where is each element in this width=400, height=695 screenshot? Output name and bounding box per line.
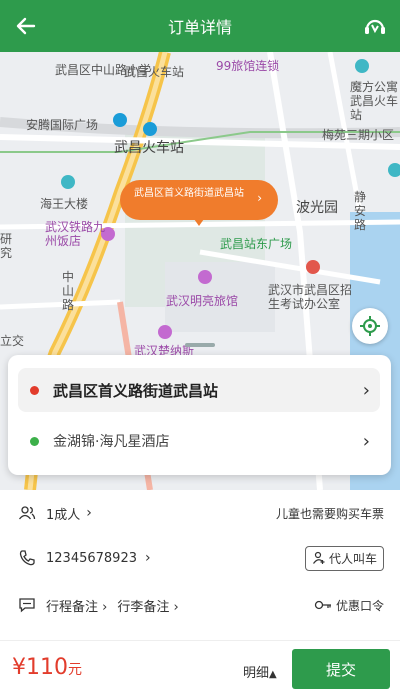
price-value: 110 xyxy=(26,655,68,680)
map-label: 梅苑三期小区 xyxy=(322,128,395,142)
chevron-right-icon: › xyxy=(362,430,370,452)
chevron-right-icon: › xyxy=(257,191,262,205)
pickup-dot xyxy=(30,385,39,395)
chevron-right-icon: › xyxy=(362,379,370,401)
total-price: ¥110元 xyxy=(12,655,82,680)
message-icon xyxy=(19,598,35,613)
map-label: 武汉明亮旅馆 xyxy=(166,294,239,308)
chevron-right-icon: › xyxy=(144,550,151,566)
passenger-count: 1成人 xyxy=(46,507,81,523)
map-label: 中山路 xyxy=(62,270,75,312)
map-label: 武昌站东广场 xyxy=(220,237,293,251)
bottom-bar: ¥110元 明细▲ 提交 xyxy=(0,640,400,695)
map-label: 静安路 xyxy=(354,190,367,232)
phone-icon xyxy=(19,550,35,566)
people-icon xyxy=(18,506,36,520)
map-label: 99旅馆连锁 xyxy=(216,59,280,73)
map-label: 安腾国际广场 xyxy=(26,118,99,132)
map-label: 研究 xyxy=(0,232,13,260)
coupon-button[interactable]: 优惠口令 xyxy=(314,597,384,614)
price-detail-toggle[interactable]: 明细▲ xyxy=(243,662,277,681)
chevron-right-icon: › xyxy=(169,599,179,615)
caret-up-icon: ▲ xyxy=(269,669,277,680)
luggage-note-button[interactable]: 行李备注 › xyxy=(117,596,178,615)
header-bar: 订单详情 xyxy=(0,0,400,52)
submit-button[interactable]: 提交 xyxy=(292,649,390,689)
proxy-call-button[interactable]: 代人叫车 xyxy=(304,545,384,571)
coupon-label: 优惠口令 xyxy=(335,598,384,613)
pin-tail xyxy=(194,219,204,226)
destination-address: 金湖锦·海凡星酒店 xyxy=(53,434,170,450)
map-label: 波光园 xyxy=(296,200,338,216)
destination-address-row[interactable]: 金湖锦·海凡星酒店 › xyxy=(18,419,380,463)
map-label: 魔方公寓武昌火车站 xyxy=(350,80,399,122)
phone-row[interactable]: 12345678923 › 代人叫车 xyxy=(0,536,400,580)
trip-note-label: 行程备注 xyxy=(46,599,99,615)
drag-handle[interactable] xyxy=(185,343,215,347)
address-card: 武昌区首义路街道武昌站 › 金湖锦·海凡星酒店 › xyxy=(8,355,391,475)
pickup-address-row[interactable]: 武昌区首义路街道武昌站 › xyxy=(18,368,380,412)
map-label: 武昌火车站 xyxy=(124,65,185,79)
luggage-note-label: 行李备注 xyxy=(117,599,170,615)
phone-number: 12345678923 xyxy=(46,550,137,566)
trip-note-button[interactable]: 行程备注 › xyxy=(46,596,107,615)
price-unit: 元 xyxy=(68,662,82,678)
page-title: 订单详情 xyxy=(167,18,232,37)
pin-text: 武昌区首义路街道武昌站 xyxy=(134,188,244,199)
locate-crosshair-icon xyxy=(360,316,380,336)
pickup-address: 武昌区首义路街道武昌站 xyxy=(53,381,219,400)
chevron-right-icon: › xyxy=(98,599,108,615)
key-icon xyxy=(314,600,331,610)
customer-service-icon[interactable] xyxy=(362,13,388,39)
locate-button[interactable] xyxy=(352,308,388,344)
person-add-icon xyxy=(313,551,325,564)
child-ticket-note: 儿童也需要购买车票 xyxy=(275,506,384,521)
map-label: 立交 xyxy=(0,334,25,348)
pickup-pin-bubble[interactable]: 武昌区首义路街道武昌站 › xyxy=(120,180,278,220)
proxy-call-label: 代人叫车 xyxy=(328,551,377,566)
map-label: 武昌火车站 xyxy=(114,140,184,156)
destination-dot xyxy=(30,436,39,446)
passenger-row[interactable]: 1成人 › 儿童也需要购买车票 xyxy=(0,491,400,535)
map-label: 海王大楼 xyxy=(40,197,89,211)
detail-label: 明细 xyxy=(243,666,270,681)
price-symbol: ¥ xyxy=(12,655,26,680)
chevron-right-icon: › xyxy=(86,505,92,521)
map-label: 武汉市武昌区招生考试办公室 xyxy=(268,283,353,311)
remarks-row: 行程备注 › 行李备注 › 优惠口令 xyxy=(0,583,400,627)
back-arrow-icon[interactable] xyxy=(14,14,38,38)
map-label: 武汉铁路九州饭店 xyxy=(45,220,106,248)
proxy-call-area: 代人叫车 xyxy=(304,545,384,571)
